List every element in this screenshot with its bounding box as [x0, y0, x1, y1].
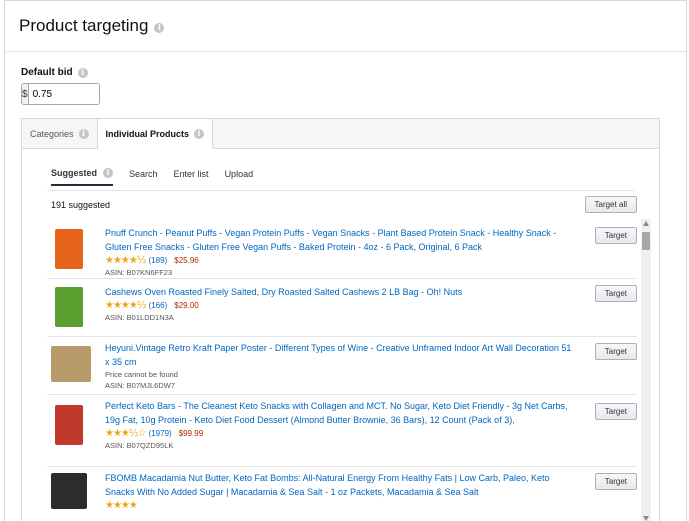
star-rating-icon: ★★★★ — [105, 500, 138, 511]
product-price: $29.00 — [174, 301, 199, 310]
product-title-link[interactable]: Perfect Keto Bars - The Cleanest Keto Sn… — [105, 399, 577, 427]
info-icon[interactable]: i — [194, 128, 205, 139]
product-asin: ASIN: B01LDD1N3A — [105, 313, 174, 322]
subtab-suggested-label: Suggested — [51, 168, 98, 178]
price-unavailable-note: Price cannot be found — [105, 370, 178, 379]
product-asin: ASIN: B07KN6FF23 — [105, 268, 173, 277]
scroll-up-arrow-icon[interactable] — [643, 221, 649, 226]
star-rating-icon: ★★★½☆ — [105, 428, 147, 439]
target-button[interactable]: Target — [594, 343, 637, 360]
list-item: Cashews Oven Roasted Finely Salted, Dry … — [47, 279, 637, 337]
product-title-link[interactable]: Heyuni.Vintage Retro Kraft Paper Poster … — [105, 341, 577, 369]
suggested-products-list[interactable]: Pnuff Crunch - Peanut Puffs - Vegan Prot… — [47, 219, 651, 521]
product-price: $25.96 — [174, 256, 199, 265]
subtab-suggested[interactable]: Suggested i — [51, 168, 114, 186]
review-count-link[interactable]: (166) — [149, 301, 168, 310]
product-thumbnail — [51, 346, 91, 382]
product-meta: ★★★★ — [105, 500, 577, 511]
default-bid-field: $ — [21, 83, 100, 105]
scrollbar-thumb[interactable] — [642, 232, 650, 250]
list-item: Pnuff Crunch - Peanut Puffs - Vegan Prot… — [47, 219, 637, 279]
product-price: $99.99 — [178, 429, 204, 438]
tab-individual-products[interactable]: Individual Products i — [97, 119, 214, 149]
product-meta: ★★★★½ (189) $25.96 — [105, 255, 577, 266]
target-button[interactable]: Target — [594, 473, 637, 490]
scroll-down-arrow-icon[interactable] — [643, 516, 649, 521]
suggested-count: 191 suggested — [51, 199, 111, 210]
star-rating-icon: ★★★★½ — [105, 300, 147, 311]
review-count-link[interactable]: (189) — [149, 256, 168, 265]
product-meta: ★★★★½ (166) $29.00 — [105, 300, 577, 311]
tab-individual-products-label: Individual Products — [105, 128, 190, 139]
default-bid-block: Default bid i $ — [21, 67, 100, 105]
product-targeting-panel: Product targeting i Default bid i $ Cate… — [4, 0, 687, 521]
product-title-link[interactable]: FBOMB Macadamia Nut Butter, Keto Fat Bom… — [105, 471, 577, 499]
target-button[interactable]: Target — [594, 227, 637, 244]
product-thumbnail — [55, 405, 83, 445]
subtab-search[interactable]: Search — [129, 168, 158, 186]
targeting-tabs: Categories i Individual Products i Sugge… — [21, 118, 660, 521]
tab-row: Categories i Individual Products i — [22, 119, 659, 149]
item-body: FBOMB Macadamia Nut Butter, Keto Fat Bom… — [105, 471, 577, 511]
scrollbar[interactable] — [641, 219, 651, 521]
item-body: Pnuff Crunch - Peanut Puffs - Vegan Prot… — [105, 226, 577, 277]
review-count-link[interactable]: (1979) — [149, 429, 172, 438]
default-bid-label: Default bid i — [21, 67, 100, 78]
product-meta: ★★★½☆ (1979) $99.99 — [105, 428, 577, 439]
product-asin: ASIN: B07QZD95LK — [105, 441, 174, 450]
list-item: Heyuni.Vintage Retro Kraft Paper Poster … — [47, 337, 637, 395]
tab-categories[interactable]: Categories i — [22, 119, 98, 148]
target-button[interactable]: Target — [594, 285, 637, 302]
product-title-link[interactable]: Cashews Oven Roasted Finely Salted, Dry … — [105, 285, 577, 299]
items: Pnuff Crunch - Peanut Puffs - Vegan Prot… — [47, 219, 637, 521]
page-title: Product targeting — [19, 16, 149, 35]
tab-categories-label: Categories — [30, 128, 74, 139]
info-icon[interactable]: i — [77, 67, 88, 78]
info-icon[interactable]: i — [103, 168, 114, 178]
product-thumbnail — [55, 229, 83, 269]
subtab-enter-list[interactable]: Enter list — [174, 168, 209, 186]
star-rating-icon: ★★★★½ — [105, 255, 147, 266]
panel-header: Product targeting i — [5, 1, 686, 52]
info-icon[interactable]: i — [154, 22, 165, 33]
product-asin: ASIN: B07MJL6DW7 — [105, 381, 176, 390]
target-all-button[interactable]: Target all — [584, 196, 637, 213]
item-body: Perfect Keto Bars - The Cleanest Keto Sn… — [105, 399, 577, 450]
list-item: FBOMB Macadamia Nut Butter, Keto Fat Bom… — [47, 467, 637, 521]
item-body: Cashews Oven Roasted Finely Salted, Dry … — [105, 285, 577, 322]
default-bid-label-text: Default bid — [21, 67, 73, 78]
list-header: 191 suggested Target all — [47, 190, 637, 218]
product-thumbnail — [51, 473, 87, 509]
target-button[interactable]: Target — [594, 403, 637, 420]
item-body: Heyuni.Vintage Retro Kraft Paper Poster … — [105, 341, 577, 390]
product-thumbnail — [55, 287, 83, 327]
info-icon[interactable]: i — [78, 128, 89, 139]
list-item: Perfect Keto Bars - The Cleanest Keto Sn… — [47, 395, 637, 467]
subtab-upload[interactable]: Upload — [225, 168, 254, 186]
product-title-link[interactable]: Pnuff Crunch - Peanut Puffs - Vegan Prot… — [105, 226, 577, 254]
subtabs: Suggested i Search Enter list Upload — [51, 168, 253, 186]
default-bid-input[interactable] — [28, 84, 99, 104]
